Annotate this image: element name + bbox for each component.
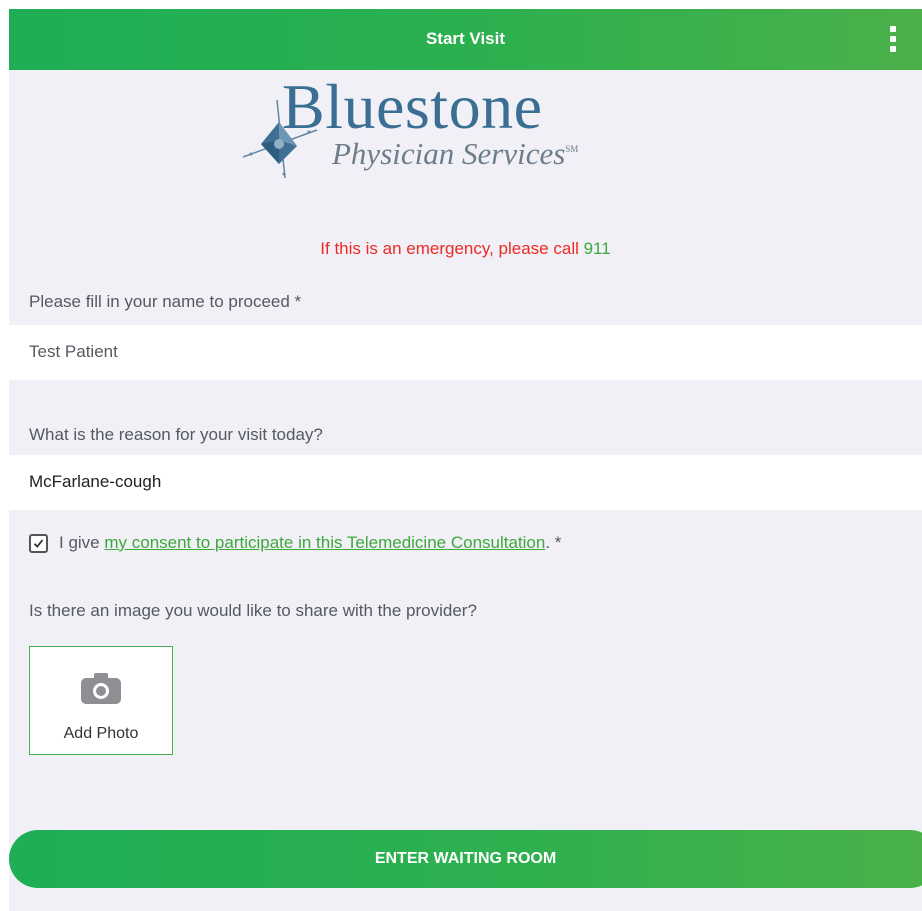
name-field-value[interactable]: Test Patient: [29, 342, 118, 362]
consent-suffix: . *: [545, 533, 562, 552]
emergency-number: 911: [583, 239, 611, 258]
consent-link[interactable]: my consent to participate in this Teleme…: [104, 533, 545, 552]
bluestone-logo: Bluestone Physician ServicesSM: [239, 71, 609, 192]
app-screen: Start Visit Bluestone Physician Services…: [9, 9, 922, 911]
reason-field[interactable]: McFarlane-cough: [9, 455, 922, 510]
name-field[interactable]: Test Patient: [9, 325, 922, 380]
add-photo-button[interactable]: Add Photo: [29, 646, 173, 755]
enter-waiting-room-label: ENTER WAITING ROOM: [374, 850, 557, 867]
consent-row: I give my consent to participate in this…: [29, 531, 561, 555]
logo-tagline-text: Physician Services: [332, 136, 566, 171]
emergency-text: If this is an emergency, please call: [320, 239, 584, 258]
enter-waiting-room-button[interactable]: ENTER WAITING ROOM: [9, 830, 922, 888]
checkmark-icon: [33, 538, 44, 548]
page-title: Start Visit: [425, 29, 506, 48]
consent-checkbox[interactable]: [29, 533, 48, 553]
emergency-notice: If this is an emergency, please call 911: [9, 239, 922, 259]
consent-text: I give my consent to participate in this…: [59, 533, 561, 553]
more-vertical-icon[interactable]: [890, 26, 896, 52]
camera-icon: [81, 673, 121, 704]
logo-wordmark: Bluestone: [282, 71, 543, 142]
logo-tagline: Physician ServicesSM: [332, 136, 578, 172]
name-field-label: Please fill in your name to proceed *: [29, 292, 302, 311]
logo-service-mark: SM: [565, 144, 579, 154]
reason-field-value[interactable]: McFarlane-cough: [29, 472, 161, 492]
photo-question: Is there an image you would like to shar…: [29, 601, 477, 620]
reason-field-label: What is the reason for your visit today?: [29, 425, 323, 444]
top-bar: Start Visit: [9, 9, 922, 70]
consent-prefix: I give: [59, 533, 105, 552]
add-photo-label: Add Photo: [63, 725, 139, 742]
